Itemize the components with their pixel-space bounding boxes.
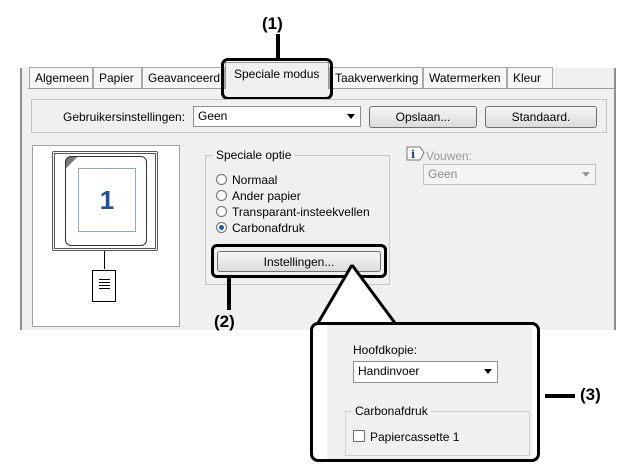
- tab-highlight-frame: [221, 58, 333, 100]
- callout-3-line: [545, 394, 575, 398]
- chevron-down-icon: [484, 369, 492, 374]
- zoom-settings-panel: Hoofdkopie: Handinvoer Carbonafdruk Papi…: [310, 322, 540, 462]
- svg-text:i: i: [411, 148, 415, 161]
- page-number: 1: [78, 168, 136, 232]
- user-settings-value: Geen: [198, 109, 228, 123]
- preview-connector: [104, 251, 105, 269]
- tab-advanced[interactable]: Geavanceerd: [142, 67, 225, 88]
- tab-job-handling[interactable]: Taakverwerking: [329, 67, 423, 88]
- radio-circle-selected: [216, 222, 227, 233]
- folding-label: Vouwen:: [426, 149, 473, 163]
- user-settings-label: Gebruikersinstellingen:: [63, 110, 186, 124]
- callout-1: (1): [262, 14, 283, 33]
- zoom-pointer: [316, 264, 397, 324]
- radio-label-other-paper: Ander papier: [232, 189, 301, 203]
- carbon-copy-legend: Carbonafdruk: [353, 404, 430, 418]
- document-icon: [92, 270, 116, 302]
- special-options-legend: Speciale optie: [213, 148, 295, 162]
- chevron-down-icon: [582, 172, 590, 177]
- master-copy-dropdown[interactable]: Handinvoer: [353, 361, 498, 383]
- radio-label-carbon-copy: Carbonafdruk: [232, 221, 305, 235]
- radio-label-normal: Normaal: [232, 173, 278, 187]
- radio-circle: [216, 190, 227, 201]
- chevron-down-icon: [347, 114, 355, 119]
- tab-paper[interactable]: Papier: [93, 67, 142, 88]
- folding-value: Geen: [428, 167, 458, 181]
- callout-1-line: [276, 34, 280, 60]
- tab-general[interactable]: Algemeen: [29, 67, 93, 88]
- radio-label-transparency-inserts: Transparant-insteekvellen: [232, 205, 370, 219]
- callout-2-line: [227, 278, 231, 310]
- checkbox-box: [353, 430, 365, 442]
- save-button[interactable]: Opslaan...: [369, 106, 477, 128]
- user-settings-dropdown[interactable]: Geen: [193, 106, 361, 127]
- master-copy-label: Hoofdkopie:: [353, 343, 418, 357]
- radio-transparency-inserts[interactable]: Transparant-insteekvellen: [216, 205, 386, 219]
- tray-checkbox[interactable]: Papiercassette 1: [353, 429, 503, 445]
- info-icon: i: [405, 145, 425, 162]
- tray-checkbox-label: Papiercassette 1: [370, 430, 460, 444]
- tab-color[interactable]: Kleur: [507, 67, 553, 88]
- master-copy-value: Handinvoer: [358, 364, 420, 378]
- tab-watermarks[interactable]: Watermerken: [423, 67, 507, 88]
- radio-circle: [216, 174, 227, 185]
- radio-normal[interactable]: Normaal: [216, 173, 386, 187]
- default-button[interactable]: Standaard.: [485, 106, 597, 128]
- radio-circle: [216, 206, 227, 217]
- callout-3: (3): [580, 385, 601, 404]
- callout-2: (2): [214, 312, 235, 331]
- radio-other-paper[interactable]: Ander papier: [216, 189, 386, 203]
- radio-carbon-copy[interactable]: Carbonafdruk: [216, 221, 386, 235]
- folding-dropdown[interactable]: Geen: [423, 164, 596, 185]
